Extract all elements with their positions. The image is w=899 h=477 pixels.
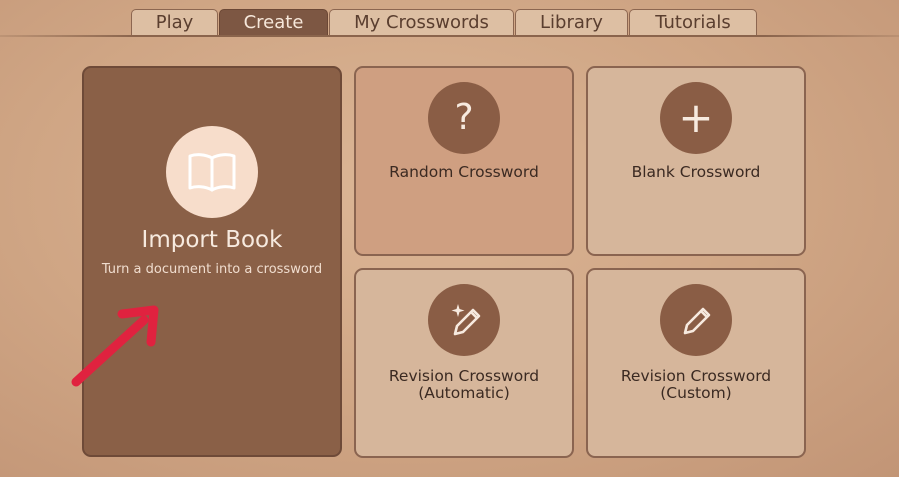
revision-custom-card[interactable]: Revision Crossword (Custom) (586, 268, 806, 458)
magic-pencil-icon (428, 284, 500, 356)
revision-automatic-label: Revision Crossword (Automatic) (388, 367, 540, 402)
tab-my-crosswords[interactable]: My Crosswords (329, 9, 514, 35)
tab-divider (0, 35, 899, 37)
random-crossword-card[interactable]: ? Random Crossword (354, 66, 574, 256)
plus-icon: + (660, 82, 732, 154)
blank-crossword-label: Blank Crossword (631, 163, 761, 181)
random-crossword-label: Random Crossword (389, 163, 539, 181)
red-arrow-icon (71, 305, 159, 387)
import-book-title: Import Book (141, 227, 283, 253)
tab-play[interactable]: Play (131, 9, 218, 35)
blank-crossword-card[interactable]: + Blank Crossword (586, 66, 806, 256)
question-mark-icon: ? (428, 82, 500, 154)
revision-custom-label: Revision Crossword (Custom) (620, 367, 772, 402)
revision-automatic-card[interactable]: Revision Crossword (Automatic) (354, 268, 574, 458)
book-icon (166, 126, 258, 218)
pencil-icon (660, 284, 732, 356)
tab-create[interactable]: Create (219, 9, 328, 35)
tab-bar: Play Create My Crosswords Library Tutori… (0, 0, 899, 38)
import-book-subtitle: Turn a document into a crossword (101, 262, 323, 277)
tab-tutorials[interactable]: Tutorials (629, 9, 757, 35)
tab-library[interactable]: Library (515, 9, 628, 35)
import-book-card[interactable]: Import Book Turn a document into a cross… (82, 66, 342, 457)
